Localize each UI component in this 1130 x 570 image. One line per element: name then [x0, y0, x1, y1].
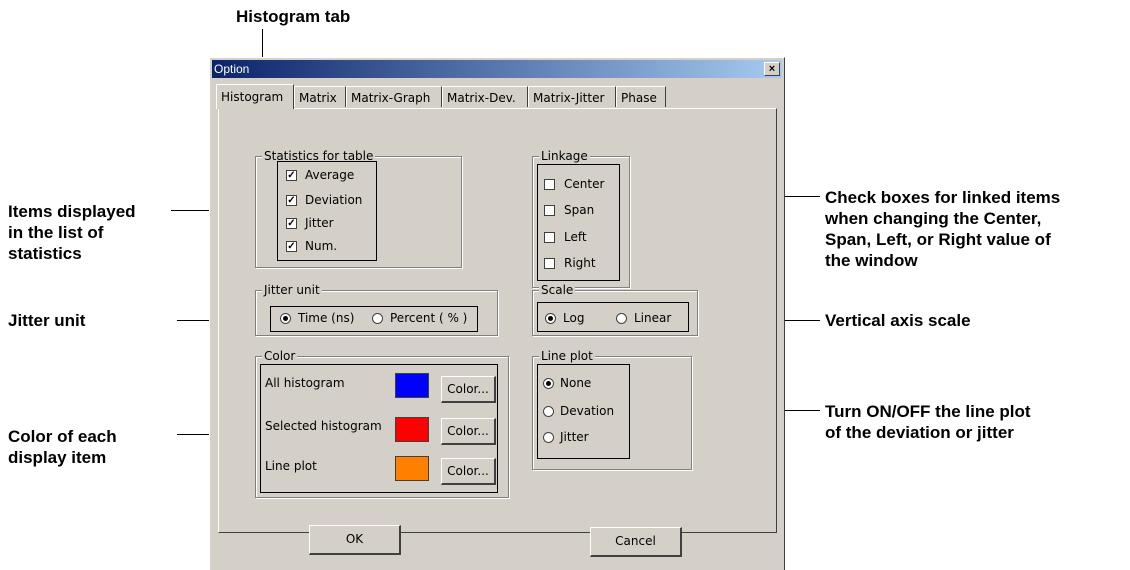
callout-line-1: Color of each	[8, 427, 117, 446]
callout-histogram-tab: Histogram tab	[236, 7, 351, 26]
tab-label: Matrix	[299, 91, 337, 105]
tab-matrix-dev[interactable]: Matrix-Dev.	[442, 86, 528, 107]
line-plot-swatch	[395, 456, 429, 481]
selected-histogram-color-button[interactable]: Color...	[441, 418, 496, 445]
devation-radio[interactable]	[543, 406, 554, 417]
percent-label: Percent ( % )	[390, 311, 468, 325]
jitter-unit-group-label: Jitter unit	[262, 283, 322, 297]
cancel-button[interactable]: Cancel	[590, 527, 682, 557]
left-label: Left	[564, 230, 587, 244]
callout-check-boxes: Check boxes for linked items when changi…	[825, 187, 1060, 271]
all-histogram-color-button[interactable]: Color...	[441, 376, 496, 403]
callout-line-2: in the list of	[8, 223, 104, 242]
callout-line-2: display item	[8, 448, 107, 467]
radio-dot	[546, 381, 551, 386]
tab-label: Matrix-Dev.	[447, 91, 516, 105]
tab-label: Matrix-Jitter	[533, 91, 605, 105]
callout-line-plot: Turn ON/OFF the line plot of the deviati…	[825, 401, 1031, 443]
radio-dot	[548, 316, 553, 321]
callout-line-1: Items displayed	[8, 202, 136, 221]
callout-jitter-unit: Jitter unit	[8, 311, 86, 330]
deviation-checkbox[interactable]: ✓	[286, 195, 297, 206]
close-icon: ×	[768, 63, 776, 75]
tab-matrix-jitter[interactable]: Matrix-Jitter	[528, 86, 616, 107]
linear-radio[interactable]	[616, 313, 627, 324]
right-checkbox[interactable]	[544, 258, 555, 269]
all-histogram-swatch	[395, 373, 429, 398]
log-label: Log	[563, 311, 585, 325]
tab-label: Phase	[621, 91, 657, 105]
num-label: Num.	[305, 239, 338, 253]
line-plot-color-label: Line plot	[265, 459, 317, 473]
center-label: Center	[564, 177, 605, 191]
tab-histogram[interactable]: Histogram	[216, 84, 294, 109]
time-ns-radio[interactable]	[280, 313, 291, 324]
callout-vertical-axis: Vertical axis scale	[825, 311, 971, 330]
callout-line-1: Turn ON/OFF the line plot	[825, 402, 1031, 421]
num-checkbox[interactable]: ✓	[286, 241, 297, 252]
title-bar[interactable]: Option ×	[212, 60, 782, 78]
percent-radio[interactable]	[372, 313, 383, 324]
callout-color-each: Color of each display item	[8, 426, 117, 468]
span-checkbox[interactable]	[544, 205, 555, 216]
callout-line-3: statistics	[8, 244, 82, 263]
ok-button[interactable]: OK	[309, 525, 401, 555]
log-radio[interactable]	[545, 313, 556, 324]
none-label: None	[560, 376, 592, 390]
devation-label: Devation	[560, 404, 615, 418]
tab-label: Matrix-Graph	[351, 91, 431, 105]
average-checkbox[interactable]: ✓	[286, 170, 297, 181]
right-label: Right	[564, 256, 596, 270]
deviation-label: Deviation	[305, 193, 363, 207]
color-group-label: Color	[262, 349, 298, 363]
left-checkbox[interactable]	[544, 232, 555, 243]
close-button[interactable]: ×	[764, 62, 780, 76]
callout-line-3: Span, Left, or Right value of	[825, 230, 1051, 249]
callout-line-1: Check boxes for linked items	[825, 188, 1061, 207]
average-label: Average	[305, 168, 355, 182]
tab-label: Histogram	[221, 90, 284, 104]
callout-line-4: the window	[825, 251, 918, 270]
span-label: Span	[564, 203, 595, 217]
all-histogram-label: All histogram	[265, 376, 345, 390]
none-radio[interactable]	[543, 378, 554, 389]
line-plot-color-button[interactable]: Color...	[441, 458, 496, 485]
scale-group-label: Scale	[539, 283, 576, 297]
linear-label: Linear	[634, 311, 672, 325]
tab-phase[interactable]: Phase	[616, 86, 666, 107]
jitter-radio[interactable]	[543, 432, 554, 443]
radio-dot	[283, 316, 288, 321]
callout-line-2: when changing the Center,	[825, 209, 1042, 228]
tab-matrix-graph[interactable]: Matrix-Graph	[346, 86, 442, 107]
linkage-group-label: Linkage	[539, 149, 590, 163]
callout-line-2: of the deviation or jitter	[825, 423, 1014, 442]
selected-histogram-swatch	[395, 417, 429, 442]
jitter-radio-label: Jitter	[560, 430, 589, 444]
selected-histogram-label: Selected histogram	[265, 419, 382, 433]
tab-matrix[interactable]: Matrix	[294, 86, 346, 107]
option-dialog: Option × Histogram Matrix Matrix-Graph M…	[209, 57, 785, 570]
time-ns-label: Time (ns)	[298, 311, 355, 325]
callout-items-displayed: Items displayed in the list of statistic…	[8, 201, 136, 264]
dialog-title: Option	[214, 62, 250, 76]
jitter-checkbox[interactable]: ✓	[286, 218, 297, 229]
jitter-label: Jitter	[305, 216, 334, 230]
line-plot-group-label: Line plot	[539, 349, 595, 363]
center-checkbox[interactable]	[544, 179, 555, 190]
